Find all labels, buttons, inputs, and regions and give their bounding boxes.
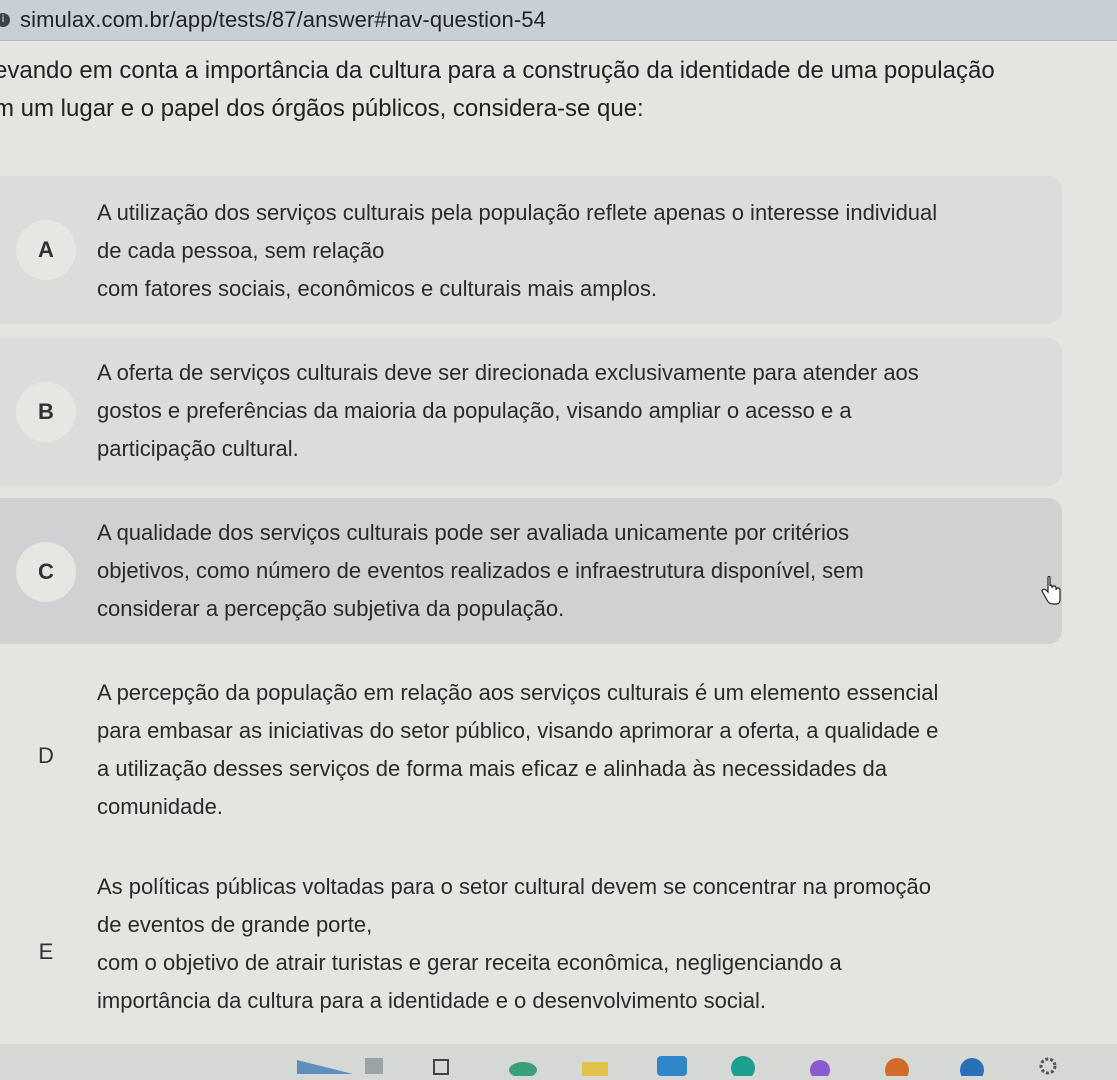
question-text: evando em conta a importância da cultura…: [0, 52, 1114, 128]
settings-app-icon[interactable]: [955, 1052, 989, 1076]
hand-pointer-icon: [1041, 576, 1061, 605]
question-line-2: m um lugar e o papel dos órgãos públicos…: [0, 95, 644, 122]
option-d-line-2: para embasar as iniciativas do setor púb…: [97, 718, 939, 743]
gear-icon[interactable]: [1036, 1052, 1060, 1076]
option-e[interactable]: E As políticas públicas voltadas para o …: [0, 866, 1062, 1036]
g-app-icon[interactable]: [655, 1052, 689, 1076]
option-text-a: A utilização dos serviços culturais pela…: [97, 194, 1056, 308]
option-d-line-4: comunidade.: [97, 794, 223, 819]
option-d[interactable]: D A percepção da população em relação ao…: [0, 660, 1062, 850]
option-a-line-2: de cada pessoa, sem relação: [97, 238, 385, 263]
option-b[interactable]: B A oferta de serviços culturais deve se…: [0, 338, 1062, 486]
option-text-c: A qualidade dos serviços culturais pode …: [97, 514, 1056, 628]
option-a[interactable]: A A utilização dos serviços culturais pe…: [0, 176, 1062, 324]
window-icon[interactable]: [430, 1052, 456, 1076]
option-c[interactable]: C A qualidade dos serviços culturais pod…: [0, 498, 1062, 644]
option-d-line-1: A percepção da população em relação aos …: [97, 680, 939, 705]
site-info-icon[interactable]: i: [0, 13, 10, 27]
url-text[interactable]: simulax.com.br/app/tests/87/answer#nav-q…: [20, 7, 546, 33]
option-b-line-3: participação cultural.: [97, 436, 299, 461]
option-a-line-3: com fatores sociais, econômicos e cultur…: [97, 276, 657, 301]
option-letter-a: A: [16, 220, 76, 280]
notes-icon[interactable]: [580, 1052, 610, 1076]
leaf-icon[interactable]: [506, 1052, 540, 1076]
photos-icon[interactable]: [805, 1052, 835, 1076]
folder-icon[interactable]: [295, 1052, 355, 1076]
browser-address-bar[interactable]: i simulax.com.br/app/tests/87/answer#nav…: [0, 0, 1117, 41]
option-letter-b: B: [16, 382, 76, 442]
option-b-line-2: gostos e preferências da maioria da popu…: [97, 398, 852, 423]
question-line-1: evando em conta a importância da cultura…: [0, 57, 995, 84]
option-text-d: A percepção da população em relação aos …: [97, 674, 1056, 826]
chrome-icon[interactable]: [728, 1052, 758, 1076]
option-text-b: A oferta de serviços culturais deve ser …: [97, 354, 1056, 468]
taskbar: [0, 1044, 1117, 1080]
monitor-icon[interactable]: [362, 1052, 386, 1076]
option-b-line-1: A oferta de serviços culturais deve ser …: [97, 360, 919, 385]
option-e-line-2: de eventos de grande porte,: [97, 912, 373, 937]
option-e-line-3: com o objetivo de atrair turistas e gera…: [97, 950, 842, 975]
option-letter-d: D: [38, 743, 54, 768]
option-text-e: As políticas públicas voltadas para o se…: [97, 868, 1056, 1020]
option-d-line-3: a utilização desses serviços de forma ma…: [97, 756, 887, 781]
option-letter-c: C: [16, 542, 76, 602]
option-a-line-1: A utilização dos serviços culturais pela…: [97, 200, 938, 225]
option-c-line-3: considerar a percepção subjetiva da popu…: [97, 596, 565, 621]
option-c-line-2: objetivos, como número de eventos realiz…: [97, 558, 864, 583]
option-c-line-1: A qualidade dos serviços culturais pode …: [97, 520, 850, 545]
option-e-line-4: importância da cultura para a identidade…: [97, 988, 766, 1013]
option-letter-e: E: [38, 939, 54, 964]
option-e-line-1: As políticas públicas voltadas para o se…: [97, 874, 931, 899]
camera-icon[interactable]: [880, 1052, 914, 1076]
